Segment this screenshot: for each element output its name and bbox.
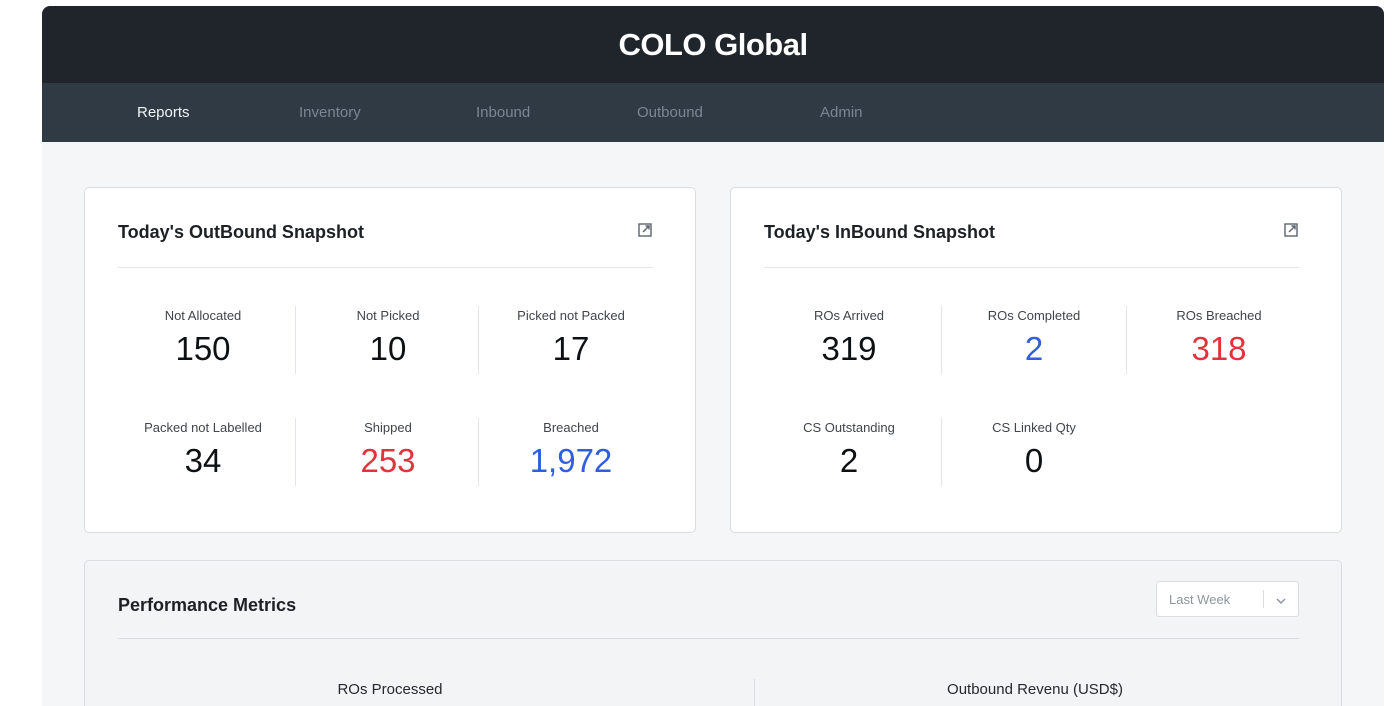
stat-breached: Breached 1,972 [478,420,664,480]
stat-label: CS Outstanding [803,420,895,435]
nav-item-inbound[interactable]: Inbound [476,104,637,121]
external-link-icon[interactable] [637,222,653,238]
stat-label: Not Picked [356,308,420,323]
nav-item-admin[interactable]: Admin [820,104,920,121]
stat-label: CS Linked Qty [992,420,1076,435]
nav-item-reports[interactable]: Reports [137,104,299,121]
inbound-snapshot-card: Today's InBound Snapshot ROs Arrived 319… [730,187,1342,533]
stat-value: 318 [1191,330,1247,367]
title-bar: COLO Global [42,6,1384,83]
stat-packed-not-labelled: Packed not Labelled 34 [110,420,296,480]
stat-label: ROs Arrived [813,308,885,323]
outbound-snapshot-title: Today's OutBound Snapshot [118,222,364,242]
stat-label: Shipped [364,420,412,435]
stat-value: 34 [184,442,222,479]
stat-ros-arrived: ROs Arrived 319 [756,308,942,368]
app-window: COLO Global Reports Inventory Inbound Ou… [42,6,1384,706]
inbound-snapshot-title: Today's InBound Snapshot [764,222,995,242]
stat-value: 319 [821,330,877,367]
main-nav: Reports Inventory Inbound Outbound Admin [42,83,1384,142]
stat-not-picked: Not Picked 10 [295,308,481,368]
stat-value: 253 [360,442,416,479]
stat-label: ROs Completed [987,308,1081,323]
stat-cs-linked-qty: CS Linked Qty 0 [941,420,1127,480]
divider [754,679,755,706]
stat-value: 150 [175,330,231,367]
nav-item-outbound[interactable]: Outbound [637,104,820,121]
stat-label: Breached [543,420,599,435]
stat-ros-completed: ROs Completed 2 [941,308,1127,368]
card-header: Today's InBound Snapshot [764,222,1299,268]
period-selected-value: Last Week [1169,592,1231,607]
card-header: Today's OutBound Snapshot [118,222,653,268]
external-link-icon[interactable] [1283,222,1299,238]
stat-cs-outstanding: CS Outstanding 2 [756,420,942,480]
stat-not-allocated: Not Allocated 150 [110,308,296,368]
stat-label: Picked not Packed [517,308,625,323]
stat-value: 1,972 [529,442,613,479]
stat-label: Not Allocated [164,308,242,323]
stat-picked-not-packed: Picked not Packed 17 [478,308,664,368]
performance-header: Performance Metrics Last Week [118,581,1299,639]
app-title: COLO Global [618,26,808,62]
metric-ros-processed-label: ROs Processed [337,681,443,698]
stat-value: 2 [1024,330,1044,367]
stat-label: Packed not Labelled [144,420,262,435]
period-select[interactable]: Last Week [1156,581,1299,617]
outbound-snapshot-card: Today's OutBound Snapshot Not Allocated … [84,187,696,533]
performance-title: Performance Metrics [118,595,297,615]
stat-ros-breached: ROs Breached 318 [1126,308,1312,368]
performance-metrics-panel: Performance Metrics Last Week ROs Proces… [84,560,1342,706]
stat-label: ROs Breached [1176,308,1262,323]
stat-value: 10 [369,330,407,367]
stat-value: 0 [1024,442,1044,479]
chevron-down-icon[interactable] [1275,594,1287,605]
select-separator [1263,590,1264,608]
metric-outbound-revenue-label: Outbound Revenu (USD$) [947,681,1123,698]
nav-item-inventory[interactable]: Inventory [299,104,476,121]
stat-value: 17 [552,330,590,367]
stat-value: 2 [839,442,859,479]
stat-shipped: Shipped 253 [295,420,481,480]
